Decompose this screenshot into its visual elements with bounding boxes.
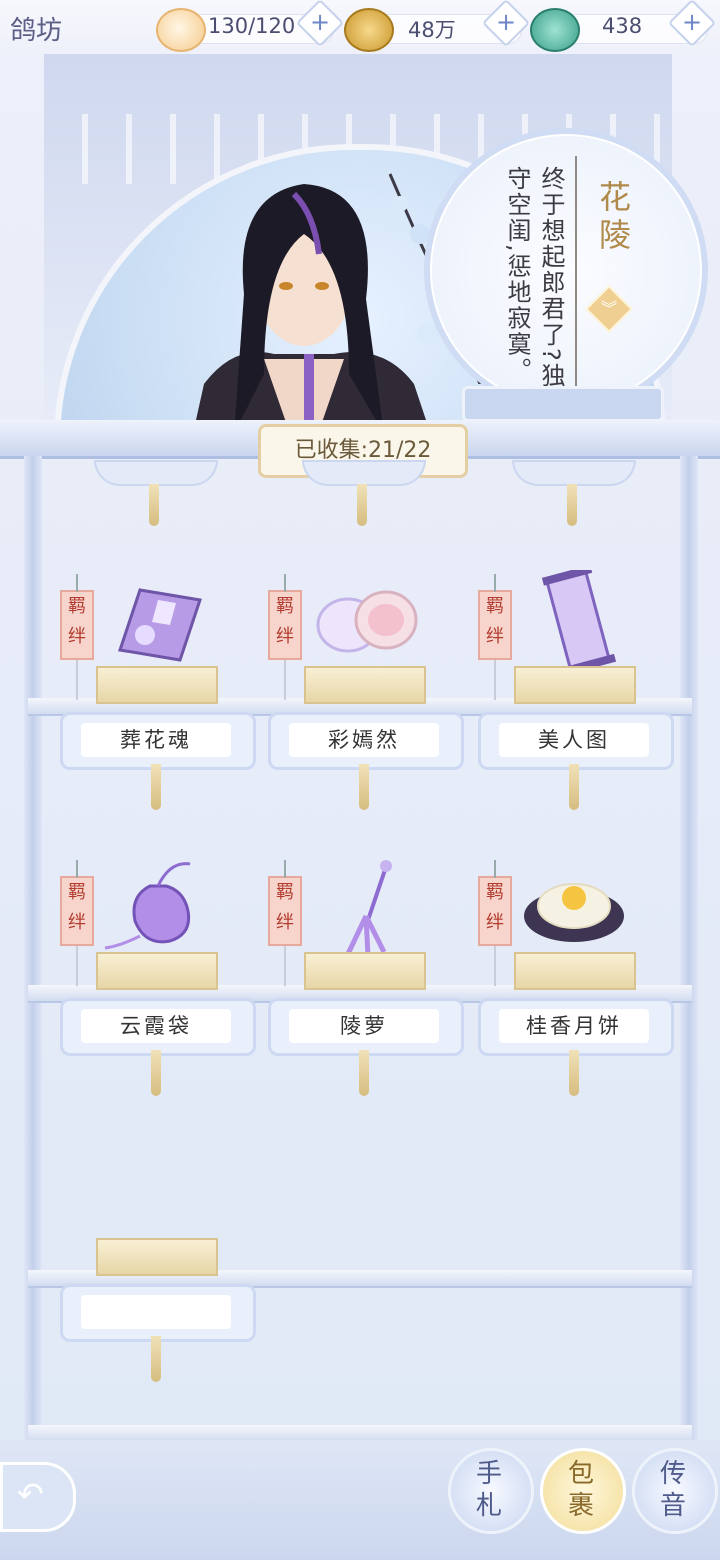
item-pedestal (96, 1238, 218, 1276)
top-bar: 鸽坊 130/120 + 48万 + 438 + (0, 0, 720, 56)
item-pedestal (514, 952, 636, 990)
item-name-plaque (60, 1284, 256, 1342)
bond-tag: 羁绊 (268, 860, 302, 986)
bubble-stand (462, 386, 664, 422)
stamina-value: 130/120 (208, 14, 296, 38)
book-icon (118, 588, 202, 662)
cosmetic-box-icon (316, 590, 418, 653)
collection-item[interactable]: 羁绊 美人图 (478, 570, 674, 810)
page-title: 鸽坊 (10, 16, 63, 46)
item-pedestal (96, 666, 218, 704)
jade-dragon-icon (530, 8, 580, 52)
coin-value: 48万 (408, 18, 456, 42)
paw-coin-icon (344, 8, 394, 52)
chevron-down-icon: ︾ (600, 299, 617, 318)
mooncake-icon (524, 883, 624, 942)
message-button[interactable]: 传音 (632, 1448, 718, 1556)
character-quote: 终于想起郎君了?独守空闺,惩地寂寞。 (503, 166, 565, 389)
character-name: 花陵 (594, 180, 632, 256)
jade-value: 438 (602, 14, 643, 38)
plus-icon: + (681, 8, 703, 36)
pouch-icon (104, 862, 191, 950)
item-name-plaque: 陵萝 (268, 998, 464, 1056)
item-pedestal (514, 666, 636, 704)
back-arrow-icon: ↶ (17, 1475, 44, 1513)
item-pedestal (304, 952, 426, 990)
item-name-plaque: 葬花魂 (60, 712, 256, 770)
bond-tag: 羁绊 (478, 860, 512, 986)
collection-item[interactable]: 羁绊 彩嫣然 (268, 570, 464, 810)
item-pedestal (96, 952, 218, 990)
collection-item[interactable]: 羁绊 云霞袋 (60, 856, 256, 1096)
bond-tag: 羁绊 (60, 860, 94, 986)
scroll-icon (541, 570, 617, 670)
plus-icon: + (309, 8, 331, 36)
item-name-plaque: 彩嫣然 (268, 712, 464, 770)
item-name-plaque: 云霞袋 (60, 998, 256, 1056)
hanging-ornament (302, 460, 426, 530)
collection-item[interactable]: 羁绊 葬花魂 (60, 570, 256, 810)
collection-item-empty[interactable] (60, 1142, 256, 1382)
hanging-ornament (512, 460, 636, 530)
item-name-plaque: 美人图 (478, 712, 674, 770)
bag-button[interactable]: 包裹 (540, 1448, 626, 1556)
letters-button[interactable]: 手札 (448, 1448, 534, 1556)
cat-stamina-icon (156, 8, 206, 52)
hanging-ornament (94, 460, 218, 530)
bond-tag: 羁绊 (268, 574, 302, 700)
collection-item[interactable]: 羁绊 桂香月饼 (478, 856, 674, 1096)
plus-icon: + (495, 8, 517, 36)
shelf-post (24, 456, 42, 1456)
item-pedestal (304, 666, 426, 704)
item-name-plaque: 桂香月饼 (478, 998, 674, 1056)
bond-tag: 羁绊 (60, 574, 94, 700)
shelf-post (680, 456, 698, 1456)
hairpin-icon (345, 860, 392, 956)
collection-item[interactable]: 羁绊 陵萝 (268, 856, 464, 1096)
back-button[interactable]: ↶ (0, 1462, 76, 1532)
bond-tag: 羁绊 (478, 574, 512, 700)
